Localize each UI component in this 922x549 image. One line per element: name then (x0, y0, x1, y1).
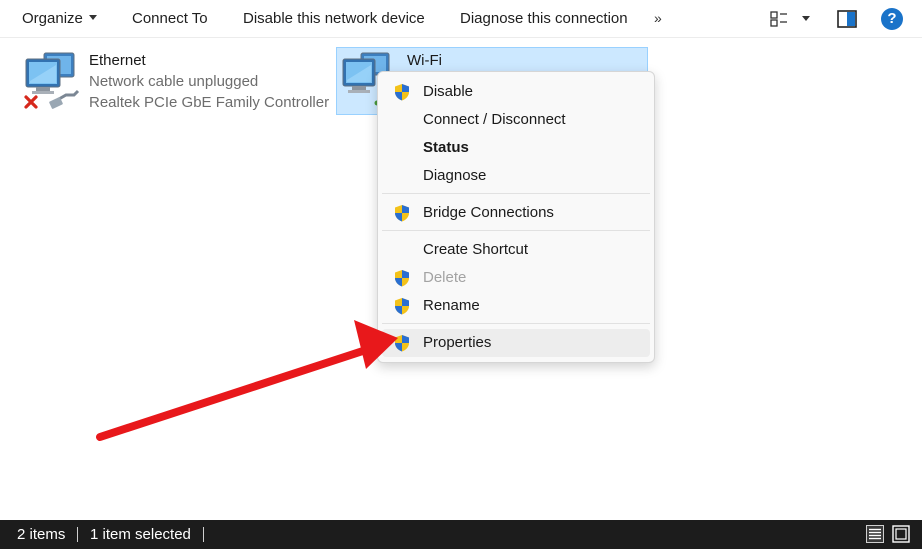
ethernet-adapter-item[interactable]: Ethernet Network cable unplugged Realtek… (18, 47, 330, 117)
status-separator (77, 527, 78, 542)
chevron-down-icon (88, 15, 97, 20)
annotation-arrow-shaft (96, 344, 376, 441)
status-bar: 2 items 1 item selected (0, 520, 922, 549)
menu-label-delete: Delete (423, 269, 467, 286)
network-adapter-icon (24, 52, 80, 109)
view-options-icon[interactable] (770, 11, 788, 27)
menu-item-rename[interactable]: Rename (382, 292, 650, 320)
menu-label-bridge: Bridge Connections (423, 204, 554, 221)
menu-item-diagnose[interactable]: Diagnose (382, 162, 650, 190)
disable-network-device-button[interactable]: Disable this network device (243, 0, 425, 38)
menu-separator (382, 230, 650, 231)
menu-item-connect-disconnect[interactable]: Connect / Disconnect (382, 106, 650, 134)
selection-count: 1 item selected (90, 526, 191, 543)
uac-shield-icon (395, 84, 409, 101)
status-separator (203, 527, 204, 542)
organize-label: Organize (22, 10, 83, 27)
details-view-icon[interactable] (866, 525, 884, 543)
menu-label-properties: Properties (423, 334, 492, 351)
wifi-name: Wi-Fi (407, 52, 442, 69)
menu-item-status[interactable]: Status (382, 134, 650, 162)
menu-separator (382, 193, 650, 194)
menu-item-delete: Delete (382, 264, 650, 292)
menu-item-bridge-connections[interactable]: Bridge Connections (382, 199, 650, 227)
help-icon[interactable]: ? (881, 8, 903, 30)
menu-item-properties[interactable]: Properties (382, 329, 650, 357)
menu-separator (382, 323, 650, 324)
uac-shield-icon (395, 270, 409, 287)
ethernet-name: Ethernet (89, 52, 146, 69)
uac-shield-icon (395, 335, 409, 352)
uac-shield-icon (395, 205, 409, 222)
organize-button[interactable]: Organize (22, 0, 97, 38)
connect-to-button[interactable]: Connect To (132, 0, 208, 38)
uac-shield-icon (395, 298, 409, 315)
context-menu: Disable Connect / Disconnect Status Diag… (377, 71, 655, 363)
menu-label-disable: Disable (423, 83, 474, 100)
diagnose-connection-button[interactable]: Diagnose this connection (460, 0, 628, 38)
large-icons-view-icon[interactable] (892, 525, 910, 543)
view-options-dropdown[interactable] (802, 16, 810, 21)
menu-item-create-shortcut[interactable]: Create Shortcut (382, 236, 650, 264)
item-count: 2 items (17, 526, 66, 543)
ethernet-adapter: Realtek PCIe GbE Family Controller (89, 94, 330, 111)
preview-pane-icon[interactable] (837, 10, 857, 28)
command-bar: Organize Connect To Disable this network… (0, 0, 922, 38)
ethernet-status: Network cable unplugged (89, 73, 259, 90)
menu-label-rename: Rename (423, 297, 480, 314)
menu-item-disable[interactable]: Disable (382, 78, 650, 106)
more-commands-button[interactable]: » (654, 0, 662, 38)
